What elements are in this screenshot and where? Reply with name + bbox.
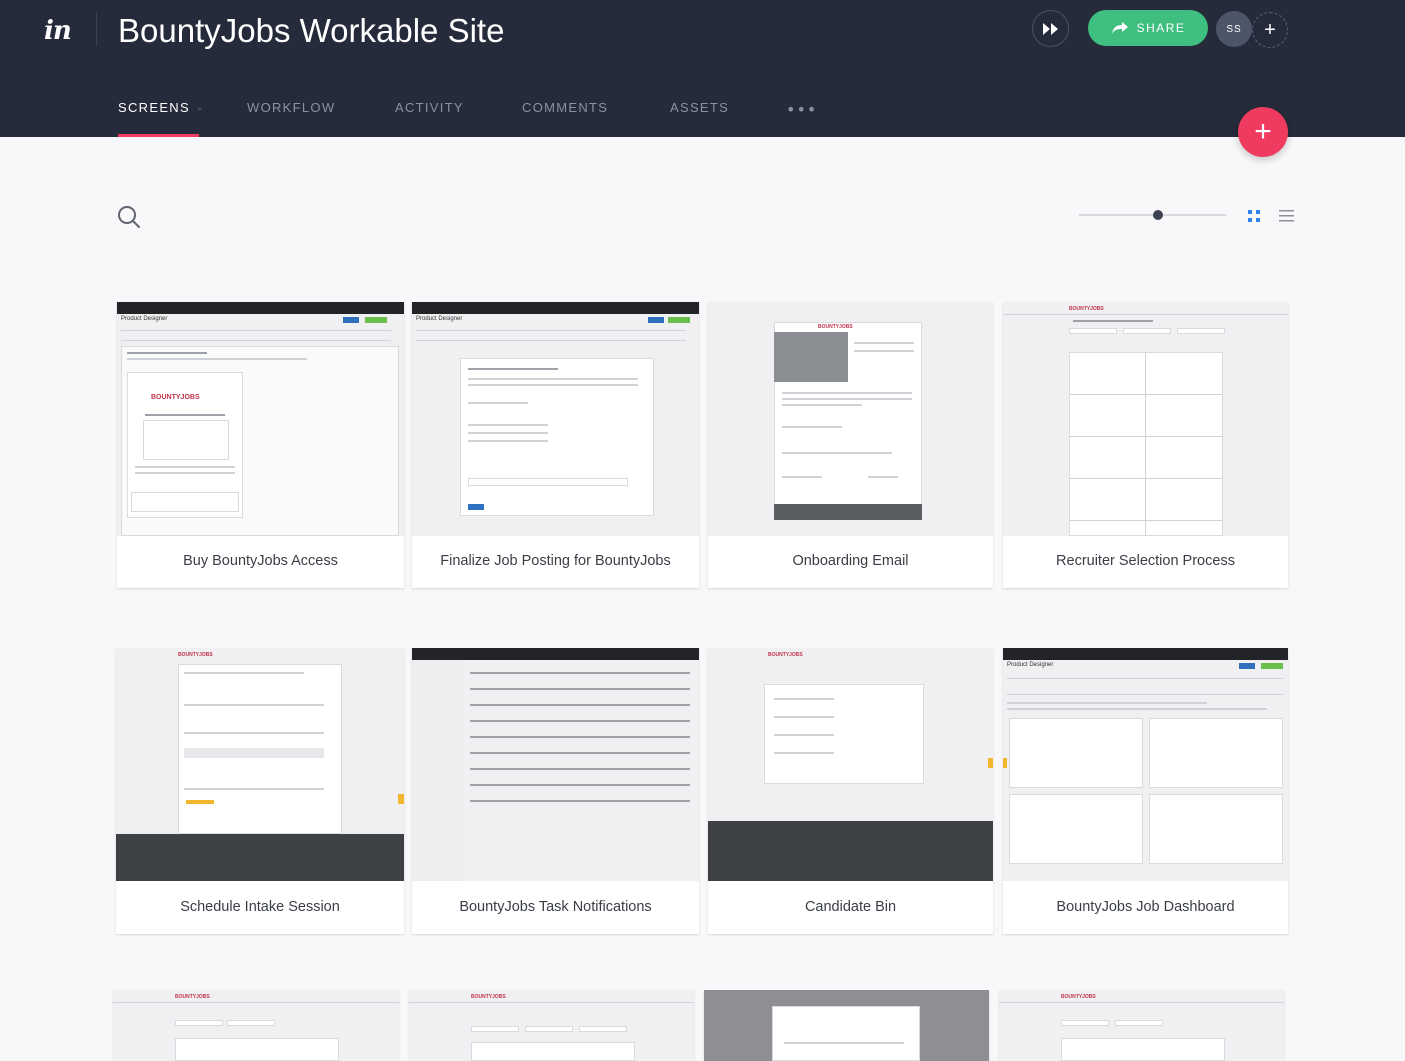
- screen-card[interactable]: BOUNTYJOBS Candidate Bin: [708, 648, 993, 934]
- thumb-text: BOUNTYJOBS: [151, 394, 200, 401]
- screen-card[interactable]: BountyJobs Task Notifications: [412, 648, 699, 934]
- screen-thumbnail[interactable]: BOUNTYJOBS: [113, 990, 399, 1061]
- thumb-text: BOUNTYJOBS: [1061, 994, 1096, 1000]
- screen-thumbnail[interactable]: BOUNTYJOBS: [999, 990, 1284, 1061]
- project-header: in BountyJobs Workable Site SHARE SS + S…: [0, 0, 1405, 137]
- thumb-text: BOUNTYJOBS: [818, 324, 853, 330]
- screen-thumbnail[interactable]: Product Designer BOUNTYJOBS: [117, 302, 404, 536]
- screen-thumbnail[interactable]: [412, 648, 699, 881]
- thumb-text: Product Designer: [121, 316, 168, 322]
- share-label: SHARE: [1136, 21, 1186, 35]
- tab-activity[interactable]: ACTIVITY: [395, 100, 464, 137]
- present-button[interactable]: [1032, 10, 1069, 47]
- search-icon: [118, 206, 140, 228]
- thumb-text: Product Designer: [1007, 662, 1054, 668]
- share-button[interactable]: SHARE: [1088, 10, 1208, 46]
- screen-thumbnail[interactable]: BOUNTYJOBS: [1003, 302, 1288, 536]
- share-arrow-icon: [1111, 22, 1128, 34]
- list-view-icon: [1279, 210, 1294, 222]
- header-divider: [96, 12, 97, 46]
- screen-title[interactable]: Finalize Job Posting for BountyJobs: [412, 553, 699, 569]
- thumb-text: BOUNTYJOBS: [768, 652, 803, 658]
- screen-card[interactable]: BOUNTYJOBS Onboarding Email: [708, 302, 993, 588]
- chevron-down-icon: ⌄: [195, 102, 205, 112]
- thumb-text: Product Designer: [416, 316, 463, 322]
- screen-card[interactable]: BOUNTYJOBS Schedule Intake Session: [116, 648, 404, 934]
- screen-card[interactable]: Product Designer BOUNTYJOBS Buy BountyJo…: [117, 302, 404, 588]
- grid-view-icon: [1248, 210, 1260, 222]
- list-view-button[interactable]: [1279, 208, 1294, 222]
- thumb-text: BOUNTYJOBS: [1069, 306, 1104, 312]
- screen-thumbnail[interactable]: Product Designer: [412, 302, 699, 536]
- zoom-slider[interactable]: [1079, 206, 1226, 224]
- screen-card[interactable]: Product Designer BountyJobs Job Dashboar…: [1003, 648, 1288, 934]
- thumb-text: BOUNTYJOBS: [178, 652, 213, 658]
- screen-title[interactable]: Buy BountyJobs Access: [117, 553, 404, 569]
- add-screen-button[interactable]: +: [1238, 107, 1288, 157]
- screen-card[interactable]: [704, 990, 989, 1061]
- add-member-button[interactable]: +: [1252, 12, 1288, 48]
- present-icon: [1042, 22, 1058, 35]
- screen-card[interactable]: BOUNTYJOBS: [999, 990, 1284, 1061]
- screen-thumbnail[interactable]: BOUNTYJOBS: [708, 648, 993, 881]
- invision-logo[interactable]: in: [44, 16, 78, 46]
- screen-thumbnail[interactable]: Product Designer: [1003, 648, 1288, 881]
- more-tabs-button[interactable]: •••: [786, 100, 817, 119]
- screen-thumbnail[interactable]: BOUNTYJOBS: [708, 302, 993, 536]
- zoom-handle[interactable]: [1153, 210, 1163, 220]
- tab-label: SCREENS: [118, 100, 190, 115]
- screen-thumbnail[interactable]: BOUNTYJOBS: [116, 648, 404, 881]
- thumb-text: BOUNTYJOBS: [175, 994, 210, 1000]
- screen-card[interactable]: Product Designer Finalize Job Posting fo…: [412, 302, 699, 588]
- tab-comments[interactable]: COMMENTS: [522, 100, 608, 137]
- avatar[interactable]: SS: [1216, 11, 1252, 47]
- tab-assets[interactable]: ASSETS: [670, 100, 729, 137]
- screen-title[interactable]: Candidate Bin: [708, 899, 993, 915]
- screen-title[interactable]: Recruiter Selection Process: [1003, 553, 1288, 569]
- search-button[interactable]: [116, 204, 142, 230]
- screen-thumbnail[interactable]: BOUNTYJOBS: [409, 990, 694, 1061]
- screen-thumbnail[interactable]: [704, 990, 989, 1061]
- project-title[interactable]: BountyJobs Workable Site: [118, 12, 504, 50]
- screen-title[interactable]: Schedule Intake Session: [116, 899, 404, 915]
- thumb-text: BOUNTYJOBS: [471, 994, 506, 1000]
- tab-workflow[interactable]: WORKFLOW: [247, 100, 335, 137]
- screen-card[interactable]: BOUNTYJOBS: [409, 990, 694, 1061]
- screen-title[interactable]: Onboarding Email: [708, 553, 993, 569]
- screen-card[interactable]: BOUNTYJOBS Recruiter Selection Process: [1003, 302, 1288, 588]
- tab-screens[interactable]: SCREENS ⌄: [118, 100, 205, 137]
- screen-title[interactable]: BountyJobs Task Notifications: [412, 899, 699, 915]
- screen-title[interactable]: BountyJobs Job Dashboard: [1003, 899, 1288, 915]
- grid-view-button[interactable]: [1247, 208, 1261, 222]
- screen-card[interactable]: BOUNTYJOBS: [113, 990, 399, 1061]
